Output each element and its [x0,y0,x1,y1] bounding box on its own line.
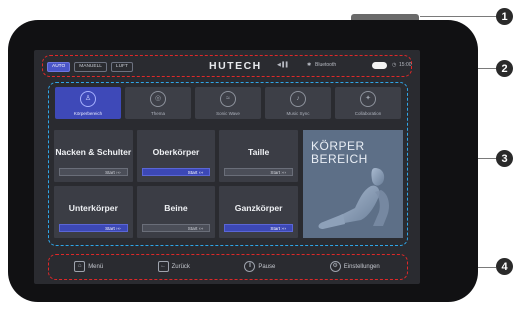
settings-button[interactable]: ⚙ Einstellungen [329,261,380,272]
tab-label: Collaboration [354,111,382,116]
brand-logo: HUTECH [209,60,262,72]
start-button[interactable]: Start ››› [224,224,293,232]
clock-time: 15:00 [399,62,412,68]
pause-button[interactable]: ‖ Pause [244,261,275,272]
category-tabs: ♙ Körperbereich ◎ Thema ≈ Sonic Wave ♪ M… [55,87,401,119]
area-label: Beine [164,203,188,213]
start-button[interactable]: Start ››› [141,224,211,232]
clock-icon: ◷ [392,62,397,68]
callout-1: 1 [496,8,513,25]
menu-label: Menü [88,263,104,270]
home-icon: ⌂ [74,261,86,272]
bluetooth-icon[interactable]: ✱ [307,62,311,68]
area-label: Oberkörper [152,147,200,157]
mode-manual-button[interactable]: MANUELL [74,61,107,72]
body-area-grid: Nacken & Schulter Start ››› Oberkörper S… [54,130,298,238]
mode-auto-button[interactable]: AUTO [47,61,71,72]
area-card-full-body[interactable]: Ganzkörper Start ››› [219,186,298,238]
tab-theme[interactable]: ◎ Thema [125,87,191,119]
area-card-legs[interactable]: Beine Start ››› [136,186,216,238]
callout-3: 3 [496,150,513,167]
tab-body-area[interactable]: ♙ Körperbereich [55,87,121,119]
settings-label: Einstellungen [343,263,380,270]
music-icon: ♪ [290,91,306,107]
area-label: Taille [247,147,270,157]
tab-label: Music Sync [286,111,310,116]
start-button[interactable]: Start ››› [141,168,211,176]
collab-icon: ✦ [360,91,376,107]
tab-music-sync[interactable]: ♪ Music Sync [265,87,331,119]
menu-button[interactable]: ⌂ Menü [74,261,103,272]
start-button[interactable]: Start ››› [59,224,128,232]
status-bar: AUTO MANUELL LUFT HUTECH ◀ ▌▌ ✱ Bluetoot… [47,59,412,74]
settings-icon: ⚙ [329,261,341,272]
area-label: Ganzkörper [234,203,283,213]
wave-icon: ≈ [220,91,236,107]
back-label: Zurück [171,263,190,270]
start-button[interactable]: Start ››› [224,168,293,176]
area-card-lower-body[interactable]: Unterkörper Start ››› [54,186,133,238]
area-card-neck-shoulder[interactable]: Nacken & Schulter Start ››› [54,130,133,182]
callout-line-1 [420,16,496,17]
bottom-nav: ⌂ Menü ← Zurück ‖ Pause ⚙ Einstellungen [47,257,407,276]
volume-icon[interactable]: ◀ ▌▌ [277,62,289,68]
start-button[interactable]: Start ››› [59,168,128,176]
back-icon: ← [157,261,169,272]
massage-chair-figure-icon [318,168,389,229]
area-card-upper-body[interactable]: Oberkörper Start ››› [136,130,216,182]
body-icon: ♙ [80,91,96,107]
mode-air-button[interactable]: LUFT [110,61,133,72]
pause-label: Pause [258,263,276,270]
tab-label: Körperbereich [73,111,103,116]
area-label: Unterkörper [68,203,118,213]
bluetooth-toggle[interactable] [372,62,387,69]
tab-sonic-wave[interactable]: ≈ Sonic Wave [195,87,261,119]
tab-label: Thema [150,111,165,116]
area-card-waist[interactable]: Taille Start ››› [219,130,298,182]
theme-icon: ◎ [150,91,166,107]
area-label: Nacken & Schulter [55,147,132,157]
back-button[interactable]: ← Zurück [157,261,190,272]
body-area-feature-panel: KÖRPER BEREICH [303,130,403,238]
callout-2: 2 [496,60,513,77]
pause-icon: ‖ [244,261,256,272]
callout-4: 4 [496,258,513,275]
tab-label: Sonic Wave [216,111,240,116]
tab-collaboration[interactable]: ✦ Collaboration [335,87,401,119]
control-screen: AUTO MANUELL LUFT HUTECH ◀ ▌▌ ✱ Bluetoot… [34,50,420,284]
bluetooth-label: Bluetooth [315,62,337,68]
